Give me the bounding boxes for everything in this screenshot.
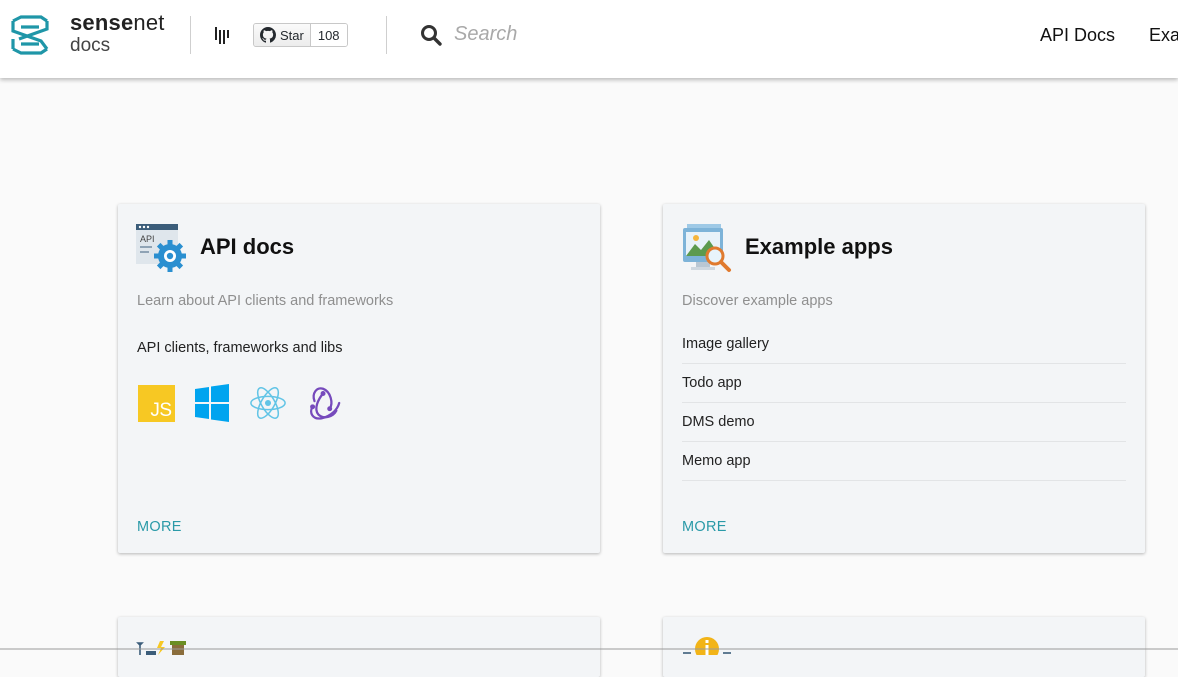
card-title[interactable]: API docs	[200, 234, 294, 260]
more-link[interactable]: MORE	[137, 519, 182, 535]
more-link[interactable]: MORE	[682, 519, 727, 535]
github-star-count[interactable]: 108	[310, 24, 347, 46]
top-header: sensenet docs Star 108 API Docs Exa	[0, 0, 1178, 78]
library-icons: JS	[137, 384, 343, 422]
header-divider	[190, 16, 191, 54]
brand[interactable]: sensenet docs	[70, 10, 165, 56]
example-apps-card: Example apps Discover example apps Image…	[663, 204, 1145, 553]
example-app-list: Image gallery Todo app DMS demo Memo app	[682, 325, 1126, 481]
card-partial	[118, 617, 600, 677]
card-description: Discover example apps	[682, 293, 833, 309]
sensenet-logo-icon[interactable]	[11, 15, 49, 55]
github-star-label: Star	[280, 27, 304, 43]
card-title[interactable]: Example apps	[745, 234, 893, 260]
github-icon	[260, 27, 276, 43]
example-apps-icon	[683, 224, 731, 272]
nav-example-apps[interactable]: Exa	[1149, 25, 1178, 46]
react-icon[interactable]	[249, 384, 287, 422]
gitter-icon[interactable]	[214, 26, 230, 44]
api-docs-card: API API docs Learn about API clients and…	[118, 204, 600, 553]
list-item[interactable]: Image gallery	[682, 325, 1126, 364]
javascript-icon[interactable]: JS	[137, 384, 175, 422]
tools-icon	[136, 641, 186, 655]
brand-sub: docs	[70, 35, 111, 56]
windows-icon[interactable]	[193, 384, 231, 422]
github-star-widget[interactable]: Star 108	[253, 23, 348, 47]
header-divider	[386, 16, 387, 54]
nav-api-docs[interactable]: API Docs	[1040, 25, 1115, 46]
list-item[interactable]: DMS demo	[682, 403, 1126, 442]
redux-icon[interactable]	[305, 384, 343, 422]
api-settings-icon: API	[136, 224, 186, 272]
card-subtitle[interactable]: API clients, frameworks and libs	[137, 340, 343, 356]
search-icon[interactable]	[419, 23, 443, 47]
list-item[interactable]: Memo app	[682, 442, 1126, 481]
svg-text:API: API	[140, 234, 155, 244]
card-partial	[663, 617, 1145, 677]
brand-name: sensenet	[70, 10, 165, 35]
list-item[interactable]: Todo app	[682, 364, 1126, 403]
search-input[interactable]	[454, 18, 714, 50]
card-description: Learn about API clients and frameworks	[137, 293, 394, 309]
info-icon	[683, 637, 731, 655]
github-star-button[interactable]: Star	[254, 24, 311, 46]
